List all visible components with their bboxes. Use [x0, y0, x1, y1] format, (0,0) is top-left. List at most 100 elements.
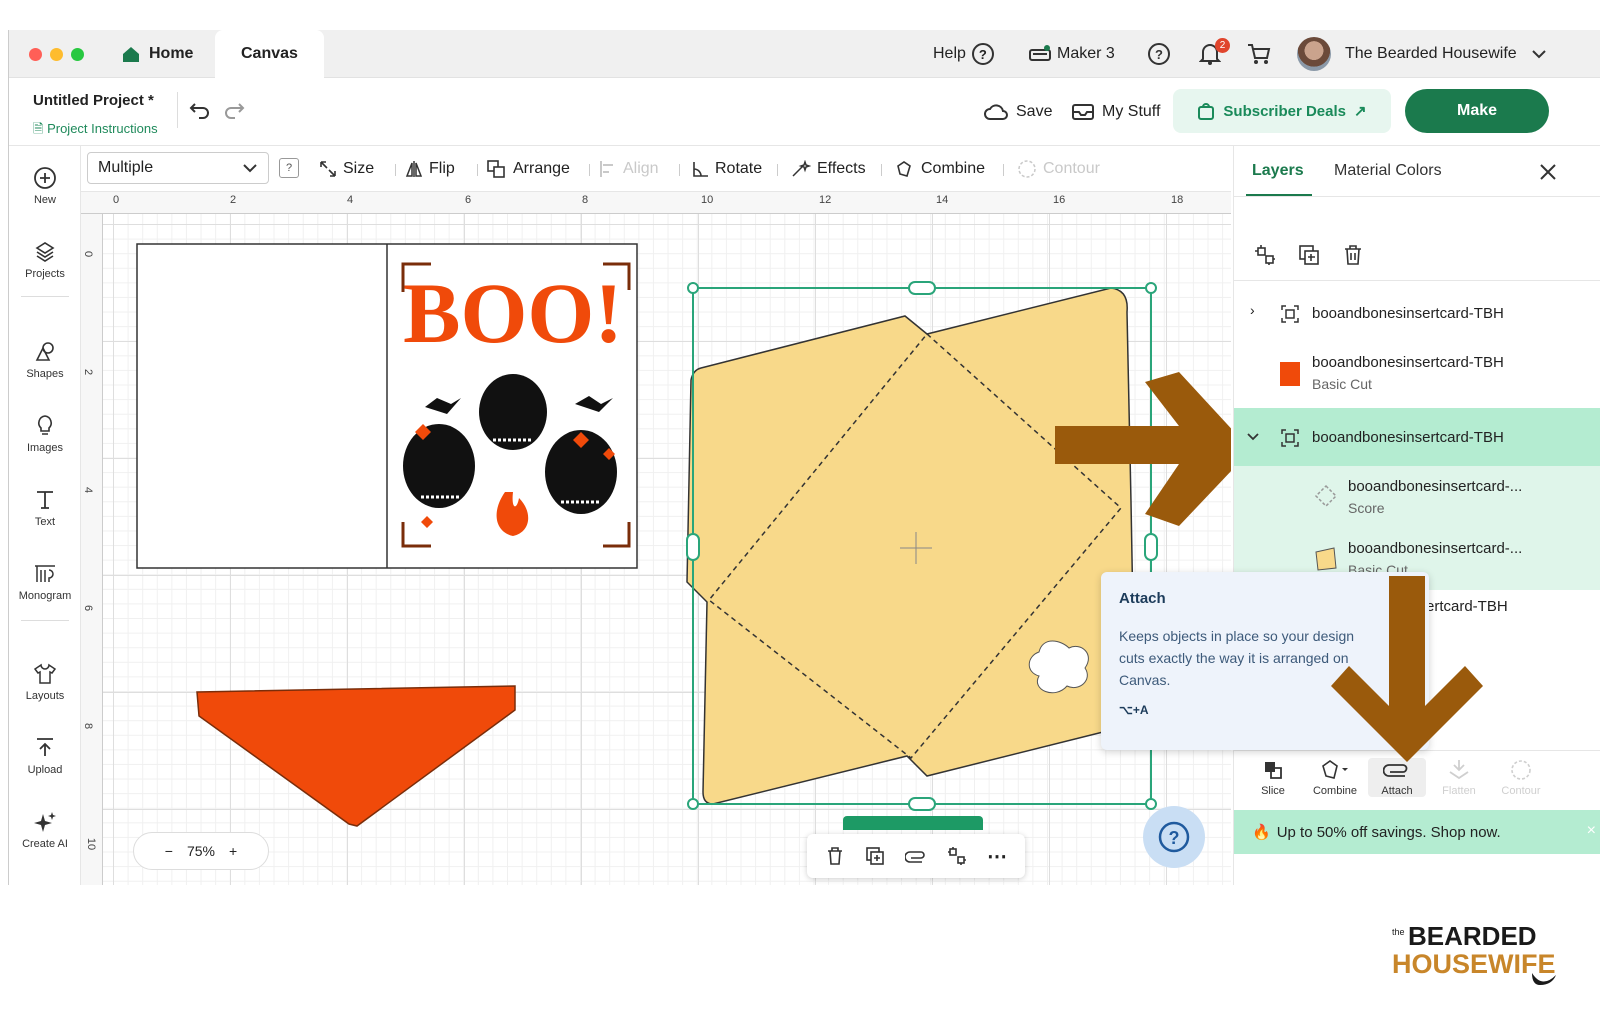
- combine-tool[interactable]: Combine: [895, 146, 985, 192]
- duplicate-icon[interactable]: [1298, 244, 1320, 266]
- zoom-out-button[interactable]: −: [165, 843, 173, 859]
- resize-icon: [320, 161, 336, 177]
- toolbar-divider: [589, 164, 590, 176]
- sidebar-item-label: Images: [26, 442, 64, 454]
- flip-tool[interactable]: Flip: [405, 146, 455, 192]
- sidebar-item-monogram[interactable]: Monogram: [9, 562, 81, 602]
- layer-row-child[interactable]: booandbonesinsertcard-... Score: [1234, 466, 1600, 528]
- insert-card[interactable]: BOO!: [136, 243, 638, 569]
- toolbar-divider: [477, 164, 478, 176]
- cloud-icon: [984, 104, 1008, 120]
- slice-button[interactable]: Slice: [1244, 758, 1302, 797]
- project-title[interactable]: Untitled Project *: [33, 92, 154, 109]
- cart-button[interactable]: [1247, 30, 1271, 78]
- design-canvas[interactable]: 0 2 4 6 8 10 12 14 16 18 0 2 4 6 8 10 BO…: [81, 192, 1231, 885]
- subscriber-deals-label: Subscriber Deals: [1223, 102, 1346, 120]
- support-button[interactable]: ?: [1147, 30, 1171, 78]
- text-icon: [37, 491, 53, 509]
- user-menu[interactable]: The Bearded Housewife: [1297, 30, 1547, 78]
- group-icon[interactable]: [1254, 244, 1276, 266]
- contour-tool[interactable]: Contour: [1017, 146, 1100, 192]
- make-button[interactable]: Make: [1405, 89, 1549, 133]
- dimension-tag: [843, 816, 983, 830]
- svg-text:?: ?: [1169, 828, 1180, 848]
- trash-icon[interactable]: [1342, 244, 1364, 266]
- tab-bar: Home Canvas Help ? Maker 3 ? 2 The Beard…: [9, 30, 1600, 78]
- sidebar-item-label: Text: [34, 516, 56, 528]
- group-icon[interactable]: [947, 846, 967, 866]
- zoom-control[interactable]: − 75% +: [133, 832, 269, 870]
- arrange-tool[interactable]: Arrange: [487, 146, 570, 192]
- chevron-down-icon[interactable]: [1246, 432, 1260, 442]
- envelope-template[interactable]: [686, 287, 1136, 805]
- effects-tool[interactable]: Effects: [791, 146, 866, 192]
- tab-home[interactable]: Home: [121, 30, 193, 78]
- project-instructions-link[interactable]: 🗎 Project Instructions: [33, 120, 158, 142]
- tab-layers[interactable]: Layers: [1252, 162, 1304, 180]
- sidebar-item-create-ai[interactable]: Create AI: [9, 810, 81, 850]
- promo-close-button[interactable]: ×: [1587, 822, 1596, 840]
- sidebar-item-images[interactable]: Images: [9, 414, 81, 454]
- align-icon: [600, 161, 613, 177]
- layer-row-selected[interactable]: booandbonesinsertcard-TBH: [1234, 408, 1600, 466]
- tab-canvas[interactable]: Canvas: [215, 30, 324, 78]
- sidebar-item-shapes[interactable]: Shapes: [9, 340, 81, 380]
- more-options-icon[interactable]: ⋯: [987, 844, 1007, 869]
- tab-material-colors[interactable]: Material Colors: [1334, 162, 1442, 180]
- notifications-button[interactable]: [1199, 30, 1221, 78]
- layer-row[interactable]: › booandbonesinsertcard-TBH: [1234, 284, 1600, 342]
- contour-button[interactable]: Contour: [1492, 758, 1550, 797]
- chevron-right-icon[interactable]: ›: [1250, 302, 1255, 318]
- left-sidebar: New Projects Shapes Images Text Monogram…: [9, 146, 81, 885]
- align-label: Align: [623, 160, 659, 177]
- rotate-label: Rotate: [715, 160, 763, 177]
- bearded-housewife-logo: the BEARDED HOUSEWIFE: [1392, 921, 1556, 985]
- toolbar-divider: [777, 164, 778, 176]
- cricut-design-space-window: Home Canvas Help ? Maker 3 ? 2 The Beard…: [8, 30, 1600, 885]
- window-close-dot[interactable]: [29, 48, 42, 61]
- redo-icon[interactable]: [223, 100, 245, 120]
- subscriber-deals-button[interactable]: Subscriber Deals ↗: [1173, 89, 1391, 133]
- save-button[interactable]: Save: [984, 90, 1052, 134]
- operation-help-button[interactable]: ?: [279, 158, 299, 178]
- sidebar-item-projects[interactable]: Projects: [9, 240, 81, 280]
- sidebar-item-layouts[interactable]: Layouts: [9, 662, 81, 702]
- promo-banner[interactable]: 🔥 Up to 50% off savings. Shop now. ×: [1234, 810, 1600, 854]
- orange-envelope-flap[interactable]: [196, 685, 516, 827]
- sidebar-item-text[interactable]: Text: [9, 488, 81, 528]
- layer-name: booandbonesinsertcard-TBH: [1312, 429, 1504, 446]
- duplicate-icon[interactable]: [865, 846, 885, 866]
- score-line-icon: [1314, 484, 1338, 508]
- zoom-in-button[interactable]: +: [229, 843, 237, 859]
- chevron-down-icon: [1531, 50, 1546, 59]
- avatar: [1297, 37, 1331, 71]
- support-icon: ?: [1148, 43, 1170, 65]
- undo-icon[interactable]: [189, 100, 211, 120]
- contour-label: Contour: [1043, 160, 1100, 177]
- rotate-tool[interactable]: Rotate: [691, 146, 762, 192]
- shopping-bag-icon: [1198, 103, 1215, 120]
- size-tool[interactable]: Size: [319, 146, 374, 192]
- trash-icon[interactable]: [825, 846, 845, 866]
- my-stuff-button[interactable]: My Stuff: [1072, 90, 1160, 134]
- machine-selector[interactable]: Maker 3: [1029, 30, 1115, 78]
- window-minimize-dot[interactable]: [50, 48, 63, 61]
- operation-select-value: Multiple: [98, 159, 154, 176]
- shirt-icon: [33, 663, 57, 684]
- machine-label: Maker 3: [1057, 45, 1115, 62]
- layer-operation: Score: [1348, 500, 1385, 516]
- operation-select[interactable]: Multiple: [87, 152, 269, 184]
- close-icon[interactable]: [1538, 162, 1558, 182]
- sidebar-item-new[interactable]: New: [9, 166, 81, 206]
- help-menu[interactable]: Help ?: [933, 30, 994, 78]
- paperclip-icon[interactable]: [905, 846, 927, 866]
- chat-help-button[interactable]: ?: [1143, 806, 1205, 868]
- help-label: Help: [933, 45, 966, 62]
- sidebar-item-label: Create AI: [22, 838, 68, 850]
- tab-home-label: Home: [149, 45, 194, 62]
- sidebar-item-upload[interactable]: Upload: [9, 736, 81, 776]
- layer-row[interactable]: booandbonesinsertcard-TBH Basic Cut: [1234, 342, 1600, 408]
- window-zoom-dot[interactable]: [71, 48, 84, 61]
- contour-icon: [1018, 160, 1036, 178]
- align-tool[interactable]: Align: [599, 146, 659, 192]
